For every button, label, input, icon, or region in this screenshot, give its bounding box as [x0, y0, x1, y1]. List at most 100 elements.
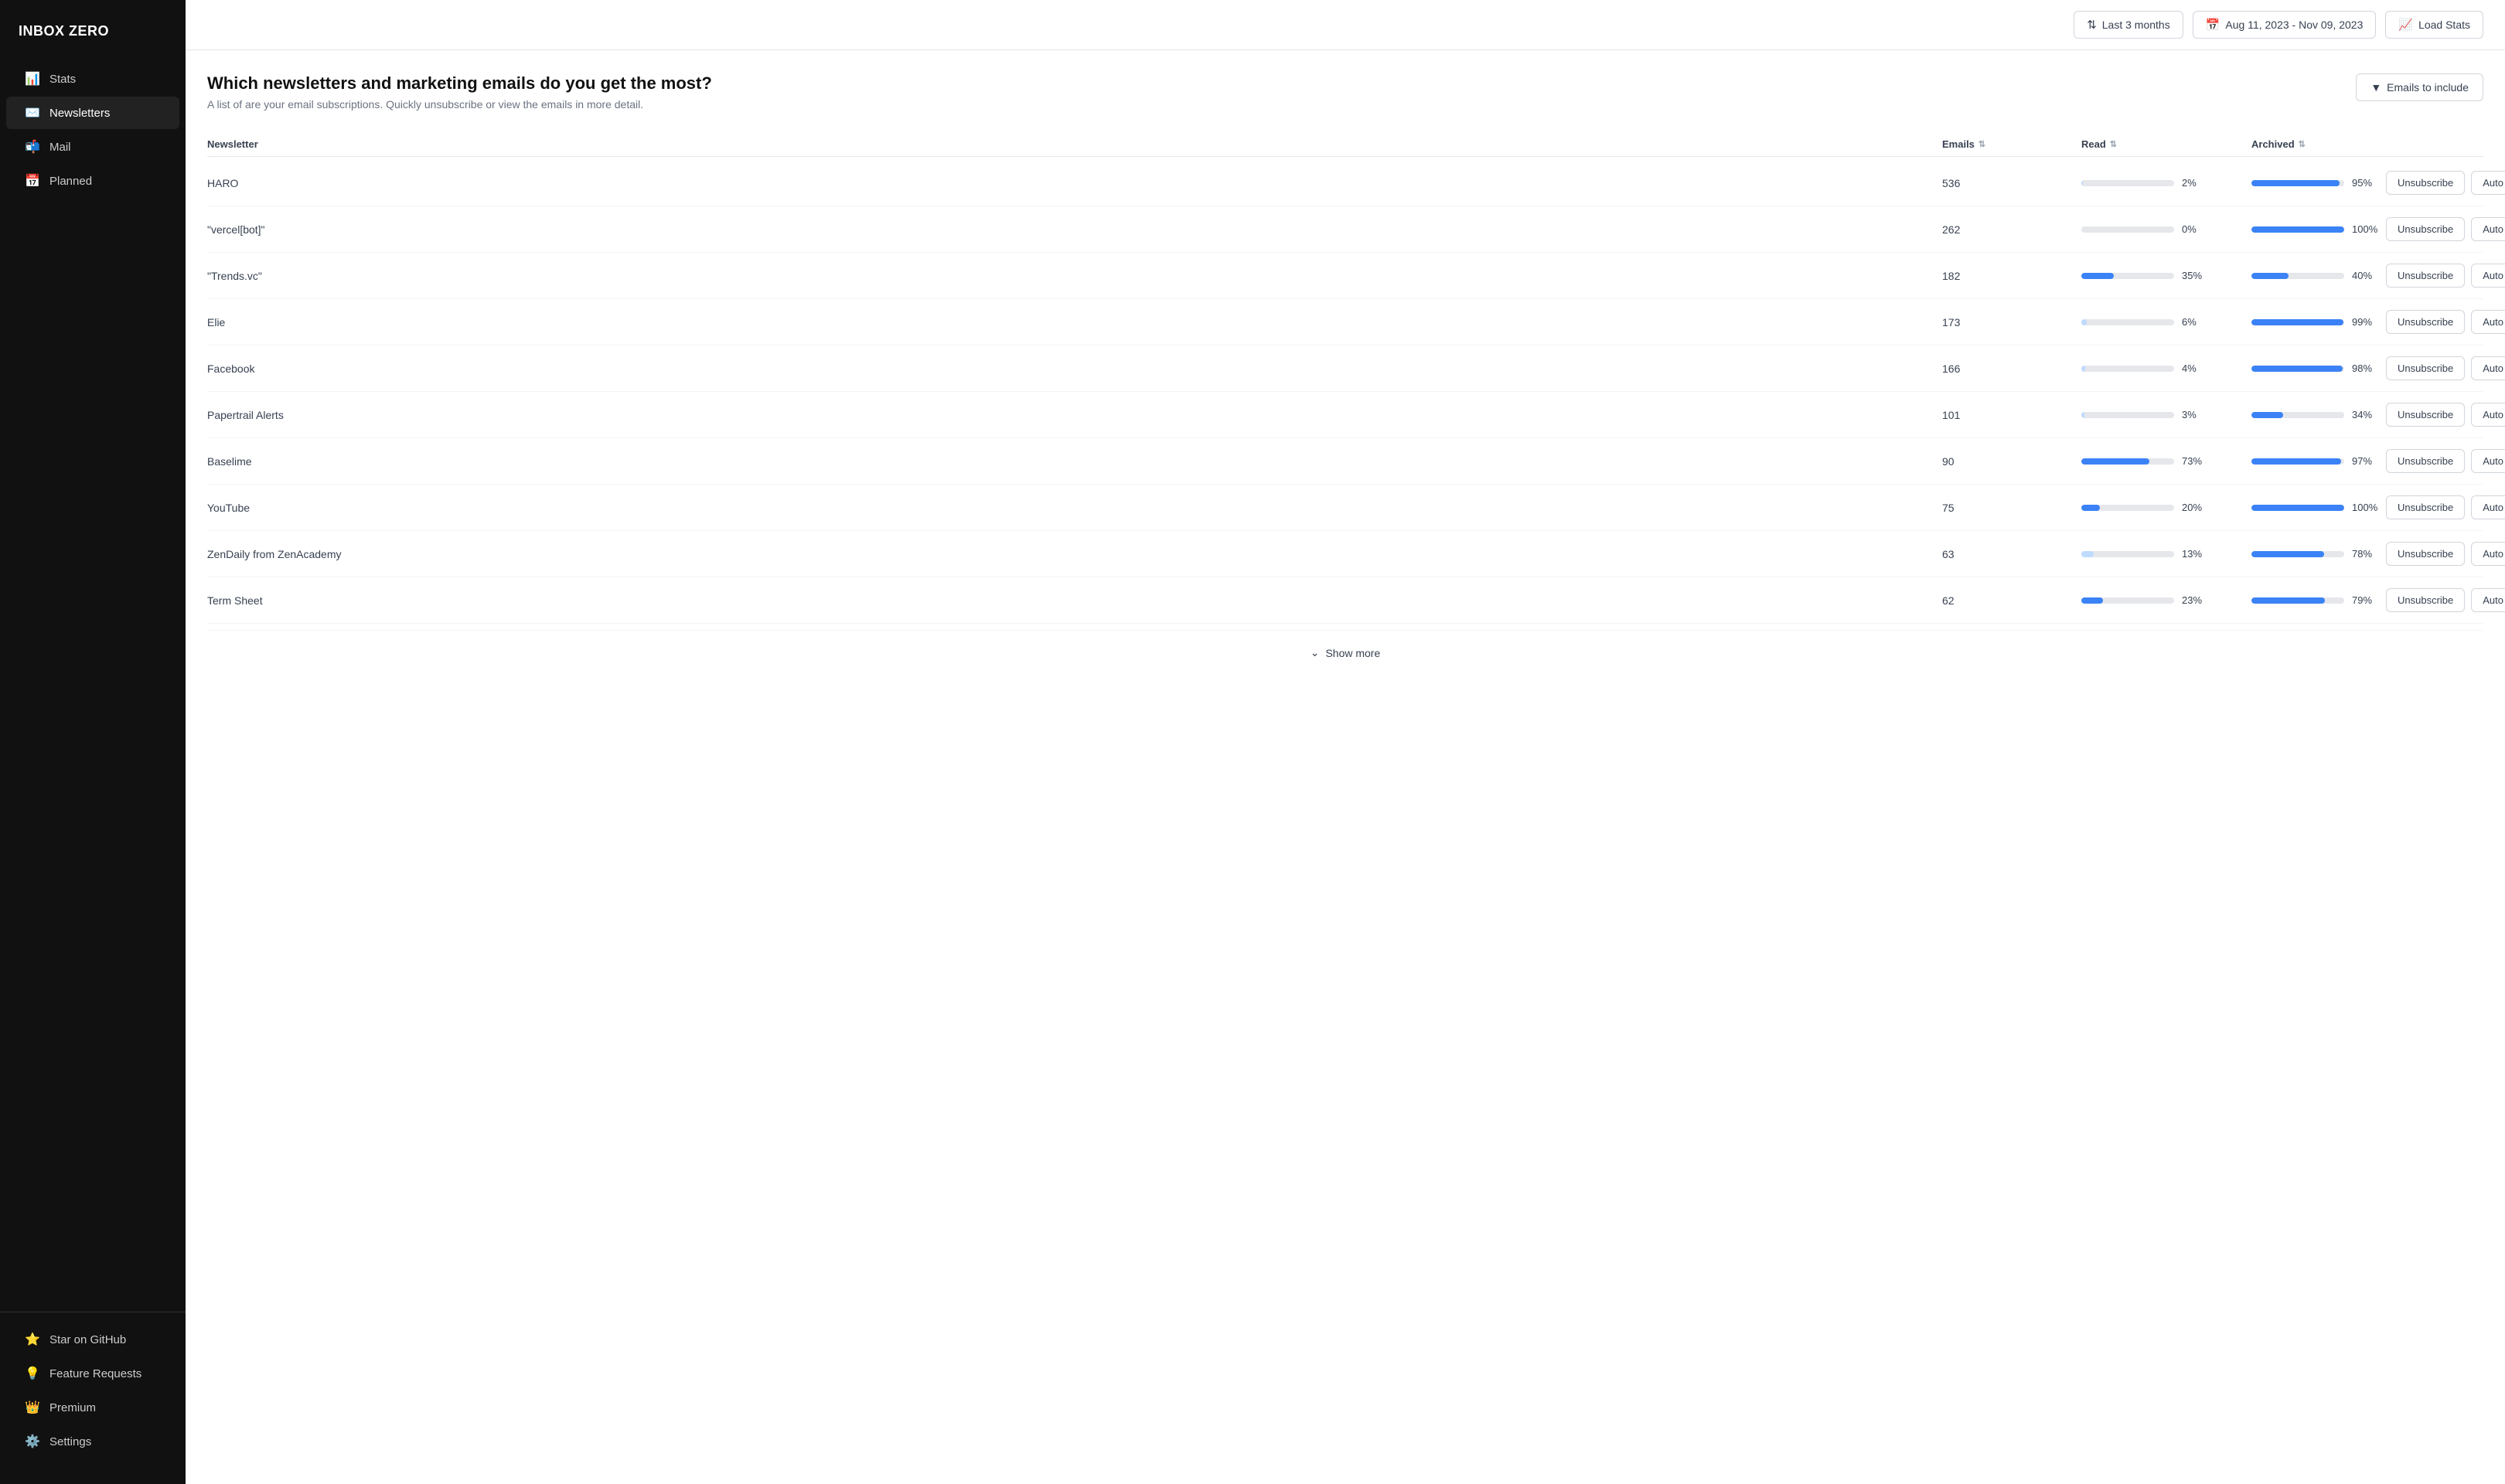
archived-pct-label: 97%	[2352, 455, 2380, 467]
load-stats-button[interactable]: 📈 Load Stats	[2385, 11, 2483, 39]
sidebar-item-label: Planned	[49, 175, 92, 188]
archived-bar-fill	[2251, 412, 2283, 418]
unsubscribe-button[interactable]: Unsubscribe	[2386, 495, 2465, 519]
stats-icon: 📊	[25, 71, 40, 87]
action-archive-cell: 97% Unsubscribe Auto archive View	[2251, 449, 2483, 473]
unsubscribe-button[interactable]: Unsubscribe	[2386, 217, 2465, 241]
unsubscribe-button[interactable]: Unsubscribe	[2386, 356, 2465, 380]
auto-archive-button[interactable]: Auto archive	[2471, 217, 2505, 241]
sidebar-item-settings[interactable]: ⚙️ Settings	[6, 1425, 179, 1458]
archived-bar-fill	[2251, 366, 2343, 372]
read-bar-cell: 20%	[2081, 502, 2251, 513]
col-header-archived[interactable]: Archived ⇅	[2251, 138, 2483, 150]
table-row: HARO 536 2% 95% Unsubscribe Auto archive…	[207, 160, 2483, 206]
read-bar-track	[2081, 458, 2174, 465]
sort-icon-archived: ⇅	[2299, 139, 2306, 149]
sidebar-item-star-github[interactable]: ⭐ Star on GitHub	[6, 1323, 179, 1356]
archived-pct-label: 34%	[2352, 409, 2380, 420]
unsubscribe-button[interactable]: Unsubscribe	[2386, 588, 2465, 612]
auto-archive-button[interactable]: Auto archive	[2471, 264, 2505, 288]
archived-bar-track	[2251, 412, 2344, 418]
auto-archive-button[interactable]: Auto archive	[2471, 495, 2505, 519]
archived-pct-label: 100%	[2352, 502, 2380, 513]
archived-bar-fill	[2251, 505, 2344, 511]
emails-to-include-button[interactable]: ▼ Emails to include	[2356, 73, 2483, 101]
table-row: Baselime 90 73% 97% Unsubscribe Auto arc…	[207, 438, 2483, 485]
sidebar-item-newsletters[interactable]: ✉️ Newsletters	[6, 97, 179, 129]
sidebar-item-premium[interactable]: 👑 Premium	[6, 1391, 179, 1424]
sidebar-item-planned[interactable]: 📅 Planned	[6, 165, 179, 197]
archived-pct-label: 79%	[2352, 594, 2380, 606]
sidebar-item-stats[interactable]: 📊 Stats	[6, 63, 179, 95]
archived-bar-fill	[2251, 273, 2289, 279]
archived-bar-fill	[2251, 180, 2340, 186]
read-bar-fill	[2081, 597, 2103, 604]
action-archive-cell: 78% Unsubscribe Auto archive View	[2251, 542, 2483, 566]
read-bar-cell: 73%	[2081, 455, 2251, 467]
email-count: 173	[1942, 316, 2081, 328]
sidebar-item-label: Mail	[49, 141, 71, 154]
auto-archive-button[interactable]: Auto archive	[2471, 588, 2505, 612]
page-header-text: Which newsletters and marketing emails d…	[207, 73, 712, 111]
table-row: Term Sheet 62 23% 79% Unsubscribe Auto a…	[207, 577, 2483, 624]
action-archive-cell: 100% Unsubscribe Auto archive View	[2251, 217, 2483, 241]
sidebar-item-mail[interactable]: 📬 Mail	[6, 131, 179, 163]
newsletters-table: Newsletter Emails ⇅ Read ⇅ Archived ⇅ HA…	[207, 132, 2483, 675]
unsubscribe-button[interactable]: Unsubscribe	[2386, 171, 2465, 195]
unsubscribe-button[interactable]: Unsubscribe	[2386, 542, 2465, 566]
archived-bar-track	[2251, 180, 2344, 186]
period-filter-button[interactable]: ⇅ Last 3 months	[2074, 11, 2183, 39]
row-actions: Unsubscribe Auto archive View	[2386, 310, 2505, 334]
sidebar-item-feature-requests[interactable]: 💡 Feature Requests	[6, 1357, 179, 1390]
archived-bar-track	[2251, 458, 2344, 465]
archived-bar-fill	[2251, 597, 2325, 604]
col-header-emails[interactable]: Emails ⇅	[1942, 138, 2081, 150]
date-range-button[interactable]: 📅 Aug 11, 2023 - Nov 09, 2023	[2193, 11, 2377, 39]
read-bar-fill	[2081, 551, 2094, 557]
newsletter-name: Elie	[207, 316, 1942, 328]
auto-archive-button[interactable]: Auto archive	[2471, 542, 2505, 566]
auto-archive-button[interactable]: Auto archive	[2471, 356, 2505, 380]
unsubscribe-button[interactable]: Unsubscribe	[2386, 310, 2465, 334]
sidebar-bottom: ⭐ Star on GitHub 💡 Feature Requests 👑 Pr…	[0, 1312, 186, 1469]
show-more-button[interactable]: ⌄ Show more	[207, 630, 2483, 675]
chevron-down-icon: ⌄	[1310, 646, 1320, 659]
main-area: ⇅ Last 3 months 📅 Aug 11, 2023 - Nov 09,…	[186, 0, 2505, 1484]
read-pct-label: 13%	[2182, 548, 2210, 560]
col-header-newsletter: Newsletter	[207, 138, 1942, 150]
calendar-icon: 📅	[2206, 18, 2220, 32]
unsubscribe-button[interactable]: Unsubscribe	[2386, 449, 2465, 473]
sidebar-item-label: Newsletters	[49, 107, 110, 120]
action-archive-cell: 40% Unsubscribe Auto archive View	[2251, 264, 2483, 288]
table-row: YouTube 75 20% 100% Unsubscribe Auto arc…	[207, 485, 2483, 531]
read-pct-label: 20%	[2182, 502, 2210, 513]
auto-archive-button[interactable]: Auto archive	[2471, 403, 2505, 427]
archived-pct-label: 95%	[2352, 177, 2380, 189]
newsletters-icon: ✉️	[25, 105, 40, 121]
period-label: Last 3 months	[2102, 19, 2170, 31]
archived-bar-track	[2251, 226, 2344, 233]
col-header-read[interactable]: Read ⇅	[2081, 138, 2251, 150]
auto-archive-button[interactable]: Auto archive	[2471, 449, 2505, 473]
action-archive-cell: 79% Unsubscribe Auto archive View	[2251, 588, 2483, 612]
action-archive-cell: 99% Unsubscribe Auto archive View	[2251, 310, 2483, 334]
newsletter-name: YouTube	[207, 502, 1942, 514]
email-count: 63	[1942, 548, 2081, 560]
archived-bar-fill	[2251, 319, 2343, 325]
read-bar-track	[2081, 366, 2174, 372]
read-bar-track	[2081, 551, 2174, 557]
auto-archive-button[interactable]: Auto archive	[2471, 171, 2505, 195]
read-bar-cell: 13%	[2081, 548, 2251, 560]
read-bar-track	[2081, 226, 2174, 233]
read-bar-cell: 3%	[2081, 409, 2251, 420]
auto-archive-button[interactable]: Auto archive	[2471, 310, 2505, 334]
newsletter-name: HARO	[207, 177, 1942, 189]
load-stats-label: Load Stats	[2418, 19, 2470, 31]
read-bar-fill	[2081, 180, 2083, 186]
archived-bar-cell: 78%	[2251, 548, 2380, 560]
unsubscribe-button[interactable]: Unsubscribe	[2386, 403, 2465, 427]
table-row: Facebook 166 4% 98% Unsubscribe Auto arc…	[207, 345, 2483, 392]
archived-bar-cell: 79%	[2251, 594, 2380, 606]
archived-bar-track	[2251, 366, 2344, 372]
unsubscribe-button[interactable]: Unsubscribe	[2386, 264, 2465, 288]
